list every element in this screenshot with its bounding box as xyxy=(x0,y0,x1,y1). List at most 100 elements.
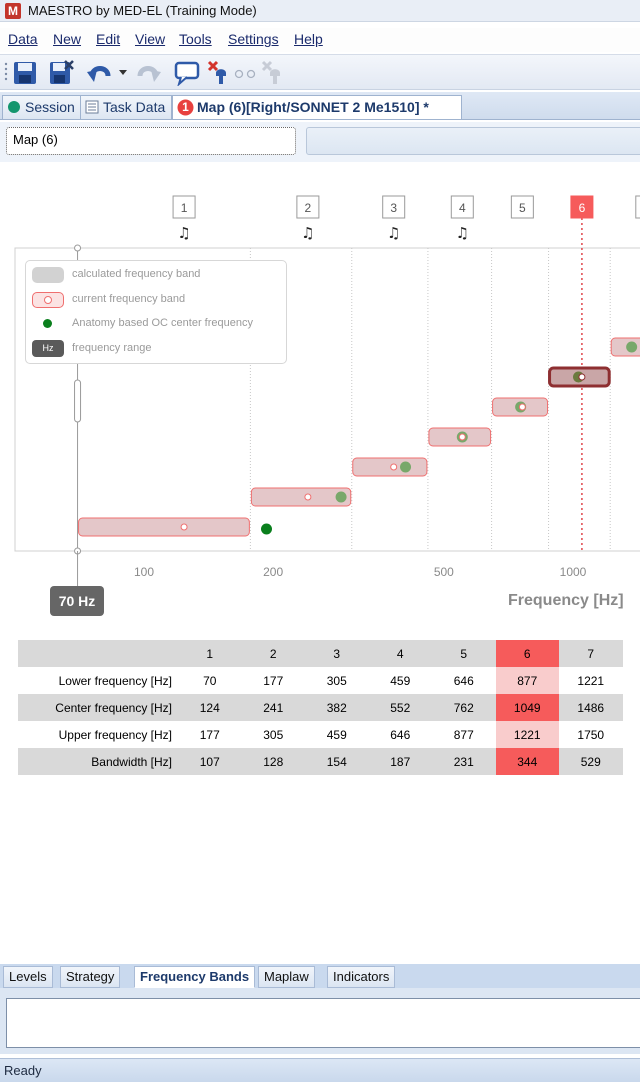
table-cell: 231 xyxy=(432,748,496,775)
redo-icon[interactable] xyxy=(136,60,162,86)
center-frequency-marker xyxy=(518,403,526,411)
window-title: MAESTRO by MED-EL (Training Mode) xyxy=(28,3,257,18)
tab-indicators[interactable]: Indicators xyxy=(327,966,396,988)
tab-levels[interactable]: Levels xyxy=(3,966,53,988)
menu-data[interactable]: Data xyxy=(8,31,38,47)
center-frequency-marker xyxy=(390,463,398,471)
table-cell[interactable]: 877 xyxy=(432,721,496,748)
tab-map[interactable]: 1 Map (6)[Right/SONNET 2 Me1510] * xyxy=(172,95,462,119)
tab-task-data[interactable]: Task Data xyxy=(80,95,173,119)
legend-label-current-band: current frequency band xyxy=(72,293,186,305)
table-cell[interactable]: 177 xyxy=(242,667,306,694)
oc-center-dot xyxy=(335,491,347,503)
save-close-icon[interactable] xyxy=(48,60,74,86)
notes-textbox[interactable] xyxy=(6,998,640,1048)
x-tick-label: 500 xyxy=(434,565,454,579)
tab-session[interactable]: Session xyxy=(2,95,82,119)
table-row-lower: Lower frequency [Hz] 70 177 305 459 646 … xyxy=(18,667,623,694)
row-label: Lower frequency [Hz] xyxy=(58,673,172,688)
table-row-upper: Upper frequency [Hz] 177 305 459 646 877… xyxy=(18,721,623,748)
table-header[interactable]: 1 xyxy=(178,640,242,667)
undo-icon[interactable] xyxy=(86,60,112,86)
menu-help[interactable]: Help xyxy=(294,31,323,47)
table-cell[interactable]: 646 xyxy=(369,721,433,748)
connect-icon[interactable] xyxy=(260,60,286,86)
table-cell[interactable]: 552 xyxy=(368,694,432,721)
frequency-band-bar[interactable] xyxy=(352,457,428,477)
tab-strategy[interactable]: Strategy xyxy=(60,966,121,988)
frequency-table: 1 2 3 4 5 6 7 Lower frequency [Hz] 70 17… xyxy=(18,640,623,775)
legend-swatch-range: Hz xyxy=(32,340,64,357)
menu-tools[interactable]: Tools xyxy=(179,31,212,47)
menu-view-label: View xyxy=(135,31,166,47)
menu-new-label: New xyxy=(53,31,82,47)
tab-frequency-bands[interactable]: Frequency Bands xyxy=(134,966,256,988)
map-info-field[interactable] xyxy=(306,127,640,155)
table-cell[interactable]: 124 xyxy=(178,694,242,721)
frequency-chart[interactable]: 10020050010001♫2♫3♫4♫567 xyxy=(0,166,640,624)
chart-legend: calculated frequency band current freque… xyxy=(25,260,287,364)
music-note-icon: ♫ xyxy=(387,224,400,242)
table-header[interactable]: 4 xyxy=(368,640,432,667)
table-header[interactable]: 3 xyxy=(305,640,369,667)
view-tabs: Levels Strategy Frequency Bands Maplaw I… xyxy=(0,964,640,988)
menu-bar: Data New Edit View Tools Settings Help xyxy=(0,28,640,52)
range-handle-top[interactable] xyxy=(74,244,82,252)
table-header[interactable]: 7 xyxy=(559,640,623,667)
session-icon xyxy=(8,101,20,113)
table-cell-selected[interactable]: 1049 xyxy=(495,694,559,721)
menu-new[interactable]: New xyxy=(53,31,81,47)
comment-icon[interactable] xyxy=(174,60,200,86)
menu-tools-label: Tools xyxy=(179,31,212,47)
table-cell[interactable]: 305 xyxy=(305,667,369,694)
menu-view[interactable]: View xyxy=(135,31,165,47)
menu-edit[interactable]: Edit xyxy=(96,31,120,47)
table-cell[interactable]: 70 xyxy=(178,667,242,694)
menu-settings[interactable]: Settings xyxy=(228,31,279,47)
table-cell[interactable]: 646 xyxy=(432,667,496,694)
table-row-bandwidth: Bandwidth [Hz] 107 128 154 187 231 344 5… xyxy=(18,748,623,775)
table-cell[interactable]: 1486 xyxy=(559,694,623,721)
channel-header-label: 4 xyxy=(459,201,466,215)
center-frequency-marker xyxy=(458,433,466,441)
tab-task-data-label: Task Data xyxy=(103,99,166,115)
table-cell: 529 xyxy=(559,748,623,775)
table-cell[interactable]: 459 xyxy=(305,721,369,748)
channel-header-label: 3 xyxy=(390,201,397,215)
disconnect-icon[interactable] xyxy=(206,60,232,86)
tab-maplaw[interactable]: Maplaw xyxy=(258,966,315,988)
oc-center-dot xyxy=(400,461,412,473)
x-tick-label: 100 xyxy=(134,565,154,579)
table-cell[interactable]: 177 xyxy=(178,721,242,748)
range-handle-label[interactable]: 70 Hz xyxy=(50,586,104,616)
legend-label-range: frequency range xyxy=(72,342,152,354)
channel-header-box[interactable] xyxy=(635,195,640,219)
table-header[interactable]: 5 xyxy=(432,640,496,667)
table-header-selected[interactable]: 6 xyxy=(495,640,559,667)
tab-session-label: Session xyxy=(25,99,75,115)
undo-dropdown-icon[interactable] xyxy=(119,70,127,76)
table-cell-selected[interactable]: 1221 xyxy=(495,721,559,748)
row-label: Center frequency [Hz] xyxy=(18,694,178,721)
table-header[interactable]: 2 xyxy=(241,640,305,667)
table-cell[interactable]: 762 xyxy=(432,694,496,721)
table-cell[interactable]: 1221 xyxy=(559,667,623,694)
table-cell[interactable]: 382 xyxy=(305,694,369,721)
link-status-icon xyxy=(234,69,256,79)
range-handle-grip[interactable] xyxy=(74,379,82,423)
menu-data-label: Data xyxy=(8,31,38,47)
table-cell[interactable]: 1750 xyxy=(559,721,623,748)
table-cell-selected[interactable]: 877 xyxy=(495,667,559,694)
table-cell[interactable]: 459 xyxy=(369,667,433,694)
legend-label-calculated-band: calculated frequency band xyxy=(72,268,201,280)
center-frequency-marker xyxy=(180,523,188,531)
table-cell[interactable]: 305 xyxy=(242,721,306,748)
map-name-field[interactable]: Map (6) xyxy=(6,127,296,155)
frequency-band-bar[interactable] xyxy=(78,517,250,537)
save-icon[interactable] xyxy=(12,60,38,86)
legend-swatch-current-band xyxy=(32,292,64,308)
oc-center-dot xyxy=(261,523,273,535)
center-frequency-marker xyxy=(304,493,312,501)
music-note-icon: ♫ xyxy=(301,224,314,242)
table-cell[interactable]: 241 xyxy=(241,694,305,721)
